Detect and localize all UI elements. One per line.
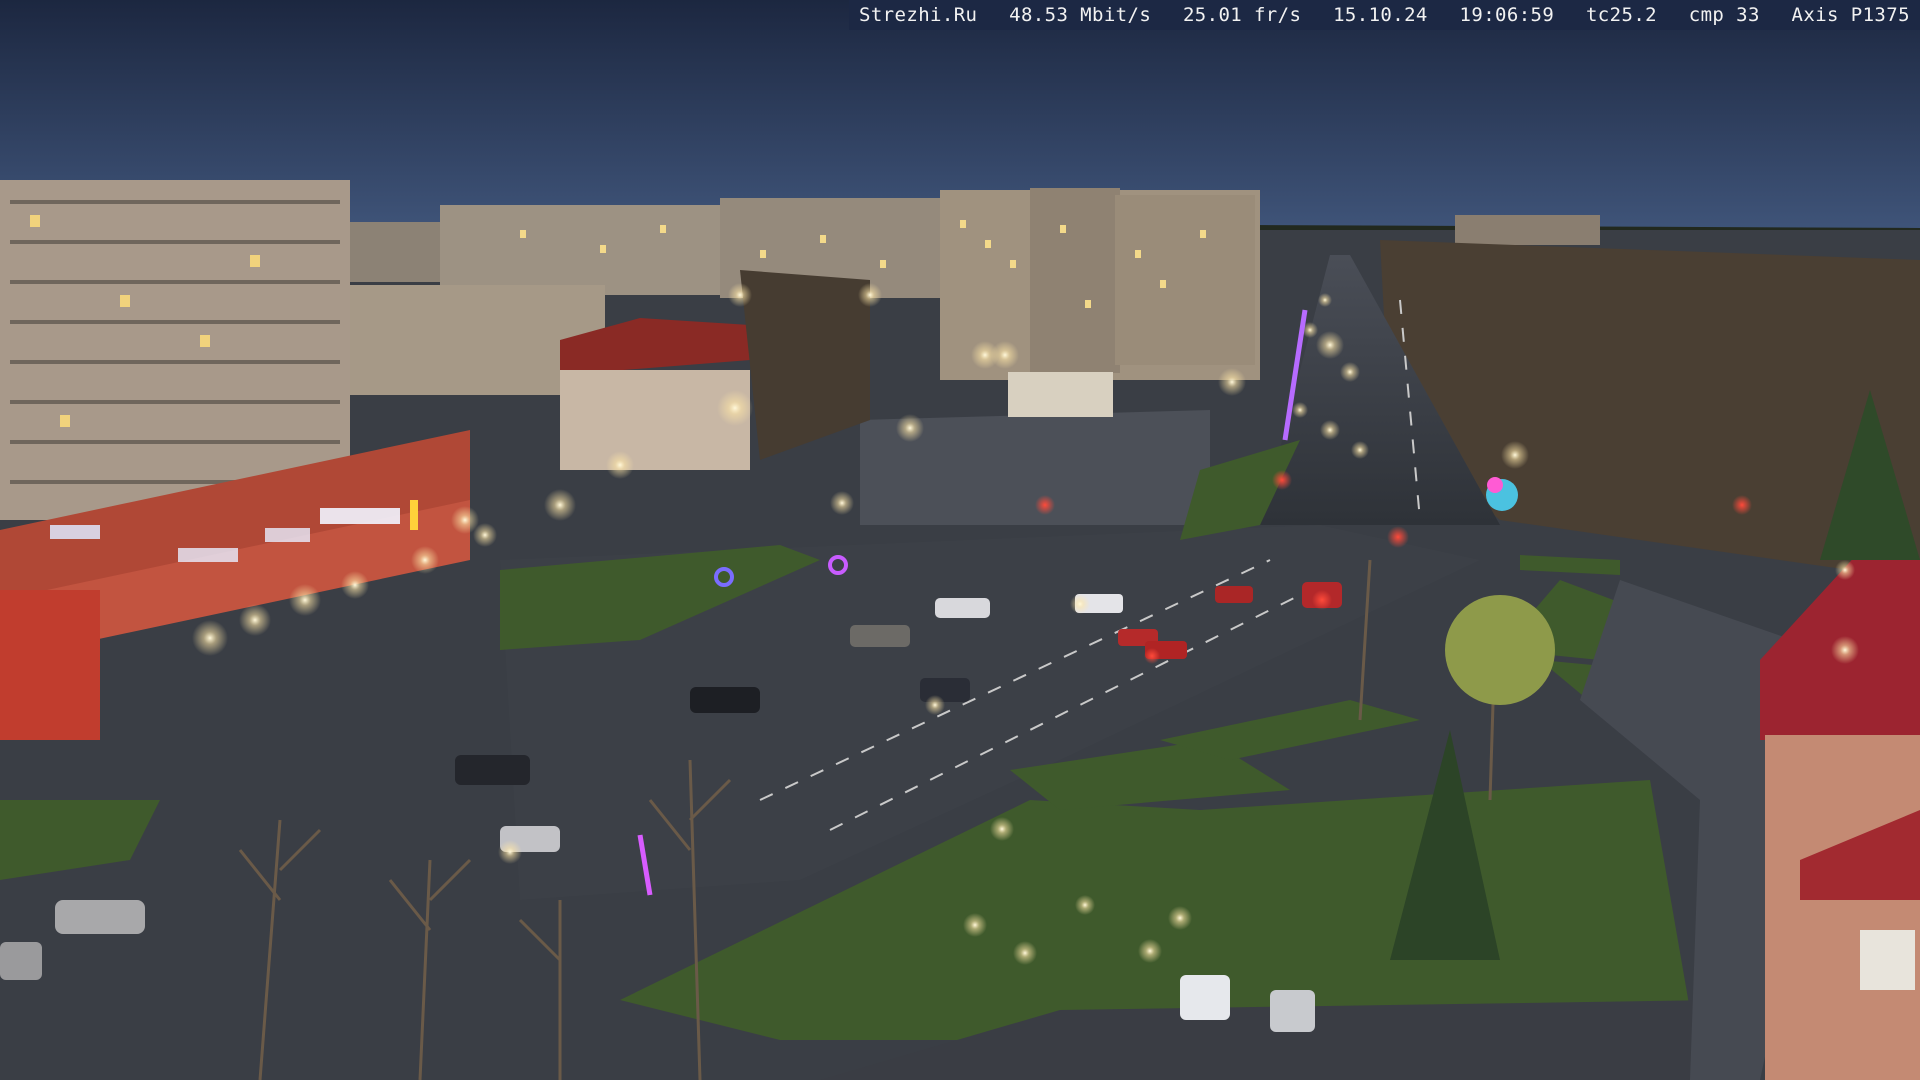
red-house <box>560 318 750 470</box>
osd-cmp: cmp 33 <box>1688 4 1760 26</box>
yellow-tree <box>1445 595 1555 705</box>
osd-bitrate: 48.53 Mbit/s <box>1009 4 1152 26</box>
osd-tc: tc25.2 <box>1585 4 1658 26</box>
osd-site: Strezhi.Ru <box>859 4 978 26</box>
city-scene <box>0 0 1920 1080</box>
osd-time: 19:06:59 <box>1459 4 1555 26</box>
osd-camera-model: Axis P1375 <box>1791 4 1910 26</box>
osd-framerate: 25.01 fr/s <box>1182 4 1302 26</box>
camera-osd-bar: Strezhi.Ru 48.53 Mbit/s 25.01 fr/s 15.10… <box>849 0 1920 30</box>
osd-date: 15.10.24 <box>1333 4 1428 26</box>
plaza-building <box>1008 372 1113 417</box>
webcam-frame: Strezhi.Ru 48.53 Mbit/s 25.01 fr/s 15.10… <box>0 0 1920 1080</box>
